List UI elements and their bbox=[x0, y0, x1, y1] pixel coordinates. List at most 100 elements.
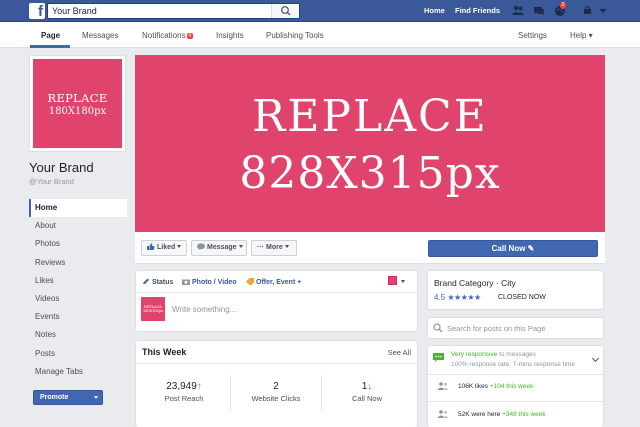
see-all-link[interactable]: See All bbox=[388, 348, 411, 357]
responsiveness-label: Very responsive bbox=[451, 351, 498, 358]
post-as-avatar-selector[interactable] bbox=[388, 276, 397, 285]
composer-input[interactable]: Write something... bbox=[172, 305, 236, 314]
sidebar-item-notes[interactable]: Notes bbox=[29, 326, 127, 344]
tab-settings[interactable]: Settings bbox=[518, 31, 547, 40]
tab-messages[interactable]: Messages bbox=[82, 31, 118, 40]
profile-picture[interactable]: REPLACE 180X180px bbox=[29, 55, 126, 152]
notifications-badge: 4 bbox=[186, 33, 193, 39]
offer-tag-icon bbox=[246, 278, 254, 285]
promote-button-label: Promote bbox=[40, 394, 69, 401]
page-rating[interactable]: 4.5 ★★★★★ bbox=[434, 293, 481, 302]
likes-count[interactable]: 106K likes +104 this week bbox=[458, 383, 533, 390]
sidebar-item-events[interactable]: Events bbox=[29, 308, 127, 326]
sidebar-item-photos[interactable]: Photos bbox=[29, 235, 127, 253]
liked-caret-icon bbox=[177, 245, 182, 248]
promote-button[interactable]: Promote bbox=[33, 390, 103, 405]
rating-value: 4.5 bbox=[434, 293, 446, 302]
cover-placeholder-line2: 828X315px bbox=[239, 148, 501, 199]
sidebar-item-likes[interactable]: Likes bbox=[29, 272, 127, 290]
more-button[interactable]: ··· More bbox=[251, 240, 297, 256]
facebook-logo-icon[interactable]: f bbox=[29, 3, 45, 19]
liked-button-label: Liked bbox=[157, 244, 176, 251]
promote-dropdown-caret-icon[interactable] bbox=[94, 396, 98, 399]
sidebar-item-manage-tabs[interactable]: Manage Tabs bbox=[29, 363, 127, 381]
stat-website-clicks[interactable]: 2 Website Clicks bbox=[231, 381, 321, 403]
thumbs-up-icon bbox=[147, 243, 155, 250]
profile-placeholder-line1: REPLACE bbox=[47, 91, 108, 105]
this-week-title: This Week bbox=[142, 347, 187, 357]
stat-value: 2 bbox=[231, 381, 321, 392]
search-input-value: Your Brand bbox=[52, 6, 97, 16]
liked-button[interactable]: Liked bbox=[141, 240, 187, 256]
stat-call-now[interactable]: 1↓ Call Now bbox=[322, 381, 412, 403]
sidebar-item-about[interactable]: About bbox=[29, 217, 127, 235]
search-input[interactable]: Your Brand bbox=[47, 3, 300, 19]
responsiveness-badge: Very responsive to messages bbox=[451, 351, 536, 358]
likes-delta: +104 this week bbox=[489, 383, 534, 390]
page-sidebar-nav: Home About Photos Reviews Likes Videos E… bbox=[29, 199, 127, 381]
camera-icon bbox=[182, 279, 190, 285]
stat-value: 1↓ bbox=[322, 381, 412, 392]
composer-tab-status[interactable]: Status bbox=[142, 278, 173, 286]
message-bubble-icon bbox=[197, 243, 205, 250]
post-as-caret-icon[interactable] bbox=[401, 280, 405, 283]
this-week-divider bbox=[136, 363, 417, 364]
tab-insights[interactable]: Insights bbox=[216, 31, 244, 40]
up-arrow-icon: ↑ bbox=[196, 381, 202, 392]
checkins-count[interactable]: 52K were here +348 this week bbox=[458, 411, 546, 418]
page-post-search[interactable]: Search for posts on this Page bbox=[427, 317, 604, 339]
sidebar-item-home[interactable]: Home bbox=[29, 199, 127, 218]
stat-number: 23,949 bbox=[166, 381, 197, 392]
search-icon bbox=[281, 6, 291, 16]
people-checkins-icon bbox=[437, 410, 449, 418]
responsiveness-suffix: to messages bbox=[499, 351, 536, 358]
page-handle: @Your Brand bbox=[29, 177, 74, 186]
stat-post-reach[interactable]: 23,949↑ Post Reach bbox=[139, 381, 229, 403]
profile-placeholder-line2: 180X180px bbox=[48, 106, 107, 117]
active-tab-indicator bbox=[30, 45, 70, 48]
chevron-down-icon[interactable] bbox=[591, 354, 600, 363]
call-now-button[interactable]: Call Now ✎ bbox=[428, 240, 598, 257]
composer-tab-status-label: Status bbox=[152, 279, 174, 286]
people-likes-icon bbox=[437, 382, 449, 390]
tab-publishing-tools[interactable]: Publishing Tools bbox=[266, 31, 324, 40]
this-week-insights-card: This Week See All 23,949↑ Post Reach 2 W… bbox=[135, 340, 418, 427]
find-friends-link[interactable]: Find Friends bbox=[455, 6, 500, 15]
composer-tab-offer-event[interactable]: Offer, Event + bbox=[246, 278, 301, 286]
page-about-card: Brand Category · City 4.5 ★★★★★ CLOSED N… bbox=[427, 270, 604, 310]
composer-tab-offer-event-label: Offer, Event + bbox=[256, 279, 302, 286]
response-rate-text: 100% response rate, 7-mins response time bbox=[451, 361, 575, 368]
composer-tab-photo-video[interactable]: Photo / Video bbox=[182, 278, 237, 286]
sidebar-item-videos[interactable]: Videos bbox=[29, 290, 127, 308]
composer-avatar: REPLACE 180X180px bbox=[141, 297, 165, 321]
tab-help[interactable]: Help ▾ bbox=[570, 31, 593, 40]
checkins-delta: +348 this week bbox=[502, 411, 546, 418]
stat-number: 2 bbox=[273, 381, 279, 392]
star-rating-icon: ★★★★★ bbox=[447, 293, 481, 302]
sidebar-item-posts[interactable]: Posts bbox=[29, 345, 127, 363]
tab-notifications-label: Notifications bbox=[142, 31, 186, 40]
help-lock-icon[interactable] bbox=[583, 5, 595, 16]
sidebar-item-reviews[interactable]: Reviews bbox=[29, 254, 127, 272]
home-link[interactable]: Home bbox=[424, 6, 445, 15]
page-name[interactable]: Your Brand bbox=[29, 160, 94, 175]
account-menu-caret-icon[interactable] bbox=[597, 5, 609, 16]
pencil-icon bbox=[143, 278, 149, 284]
tab-page[interactable]: Page bbox=[41, 31, 60, 40]
open-status: CLOSED NOW bbox=[498, 294, 546, 301]
page-search-input[interactable]: Search for posts on this Page bbox=[447, 324, 545, 333]
cover-photo[interactable]: REPLACE 828X315px bbox=[135, 55, 605, 232]
message-button-label: Message bbox=[207, 244, 237, 251]
stat-label: Post Reach bbox=[164, 394, 204, 403]
message-button[interactable]: Message bbox=[191, 240, 247, 256]
more-button-label: More bbox=[266, 244, 283, 251]
page-tab-bar: Page Messages Notifications 4 Insights Pu… bbox=[0, 22, 640, 48]
friend-requests-icon[interactable] bbox=[512, 5, 524, 16]
profile-picture-placeholder: REPLACE 180X180px bbox=[33, 59, 122, 148]
tab-notifications[interactable]: Notifications 4 bbox=[142, 31, 193, 40]
stats-divider bbox=[428, 401, 603, 402]
stats-divider bbox=[428, 374, 603, 375]
messages-icon[interactable] bbox=[533, 5, 545, 16]
page-category[interactable]: Brand Category · City bbox=[434, 278, 516, 288]
search-button[interactable] bbox=[271, 4, 299, 18]
